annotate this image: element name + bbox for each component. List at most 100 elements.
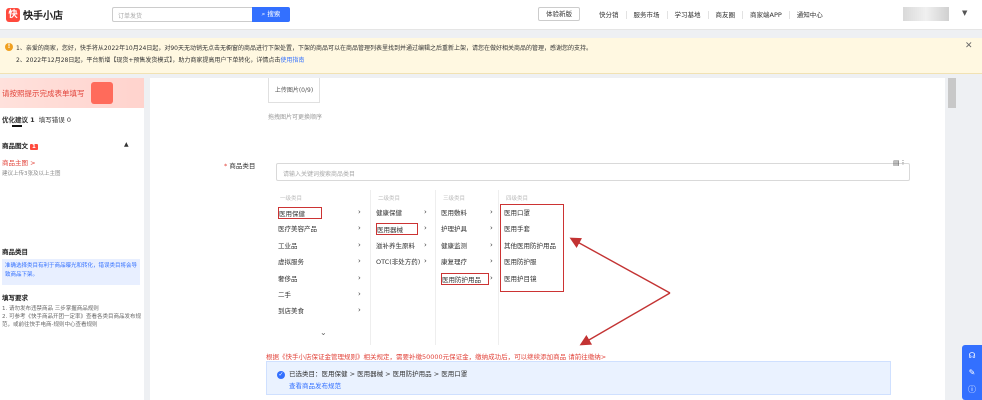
level4-item[interactable]: 医用手套 <box>504 223 530 235</box>
tip-illustration-icon <box>91 82 113 104</box>
level2-item[interactable]: 健康保健 <box>376 207 402 219</box>
nav-learning[interactable]: 学习基地 <box>666 11 708 19</box>
upload-image-button[interactable]: 上传图片(0/9) <box>268 78 320 103</box>
level1-item[interactable]: 工业品 <box>278 240 298 252</box>
level3-item-protective[interactable]: 医用防护用品 <box>441 273 489 285</box>
selected-category-box: ✓ 已选类目：医用保健 > 医用器械 > 医用防护用品 > 医用口罩 查看商品发… <box>266 361 891 395</box>
notice-bar: ! 1、亲爱的商家，您好，快手将从2022年10月24日起，对90天无动销无点击… <box>0 38 982 74</box>
chevron-right-icon: › <box>358 306 361 314</box>
annotation-arrow-down <box>579 292 671 346</box>
level3-item[interactable]: 医用敷料 <box>441 207 467 219</box>
logo-text: 快手小店 <box>23 11 63 22</box>
column-divider <box>498 190 499 345</box>
nav-service-market[interactable]: 服务市场 <box>625 11 667 19</box>
chevron-right-icon: › <box>490 274 493 282</box>
chevron-right-icon: › <box>358 257 361 265</box>
chevron-right-icon: › <box>424 241 427 249</box>
nav-notifications[interactable]: 通知中心 <box>788 11 830 19</box>
top-navbar: 快 快手小店 订单发货 ⌕ 搜索 体验新版 快分销 服务市场 学习基地 商友圈 … <box>0 0 982 30</box>
level2-item[interactable]: 滋补养生原料 <box>376 240 415 252</box>
level4-item[interactable]: 医用护目镜 <box>504 273 537 285</box>
chevron-down-icon[interactable]: ▼ <box>962 9 967 17</box>
level3-item[interactable]: 健康监测 <box>441 240 467 252</box>
level4-item-mask[interactable]: 医用口罩 <box>504 207 530 219</box>
category-guide-sidebar: 商品类目 准确选择类目有利于商品曝光和转化，错误类目将会导致商品下架。 填写要求… <box>0 237 144 400</box>
chevron-right-icon: › <box>358 208 361 216</box>
deposit-rule-text[interactable]: 根据《快手小店保证金管理规则》相关规定，需要补缴50000元保证金，缴纳成功后，… <box>266 351 606 361</box>
level1-column: 一级类目 医用保健 医疗美容产品 工业品 虚拟服务 奢侈品 二手 到店美食 › … <box>274 190 368 345</box>
goods-section-title[interactable]: 商品图文 1 <box>2 140 38 150</box>
level3-column: 三级类目 医用敷料 护理护具 健康监测 康复理疗 医用防护用品 › › › › … <box>437 190 497 345</box>
optimize-summary: 优化建议 1 填写错误 0 <box>2 114 71 124</box>
level1-item-medical-health[interactable]: 医用保健 <box>278 207 322 219</box>
nav-merchant-app[interactable]: 商家端APP <box>742 11 789 19</box>
check-icon: ✓ <box>277 371 285 379</box>
level3-item[interactable]: 护理护具 <box>441 223 467 235</box>
error-label: 填写错误 <box>38 116 65 124</box>
category-info-box: 准确选择类目有利于商品曝光和转化，错误类目将会导致商品下架。 <box>2 259 140 285</box>
requirement-item: 2. 可参考《快手商品开团一定率》查看各类目商品发布规范，或前往快手电商-规则中… <box>2 314 141 328</box>
level2-item-medical-device[interactable]: 医用器械 <box>376 223 418 235</box>
category-cascader: 一级类目 医用保健 医疗美容产品 工业品 虚拟服务 奢侈品 二手 到店美食 › … <box>274 190 566 345</box>
col-head-3: 三级类目 <box>443 196 466 202</box>
chevron-up-icon[interactable]: ▲ <box>124 141 129 148</box>
chevron-right-icon: › <box>358 290 361 298</box>
chevron-right-icon: › <box>358 241 361 249</box>
floating-toolbar: ☊ ✎ ⓘ <box>962 345 982 400</box>
info-icon[interactable]: ⓘ <box>962 382 982 397</box>
notice-line-2: 2、2022年12月28日起，平台新增【现货+预售发货模式】，助力商家提高用户下… <box>16 55 304 64</box>
selected-category-text: 已选类目：医用保健 > 医用器械 > 医用防护用品 > 医用口罩 <box>289 370 468 378</box>
headset-icon[interactable]: ☊ <box>962 348 982 363</box>
level1-item[interactable]: 到店美食 <box>278 305 304 317</box>
level2-column: 二级类目 健康保健 医用器械 滋补养生原料 OTC(非处方药) › › › › <box>372 190 434 345</box>
main-image-hint: 建议上传3张及以上主图 <box>2 171 61 177</box>
column-divider <box>435 190 436 345</box>
product-form: 上传图片(0/9) 拖拽图片可更换顺序 * 商品类目 请输入关键词搜索商品类目 … <box>150 78 945 400</box>
logo[interactable]: 快 快手小店 <box>6 7 63 22</box>
experience-new-version-button[interactable]: 体验新版 <box>538 7 580 21</box>
kuaishou-logo-icon: 快 <box>6 7 20 22</box>
col-head-4: 四级类目 <box>506 196 529 202</box>
notice-line-2-text: 2、2022年12月28日起，平台新增【现货+预售发货模式】，助力商家提高用户下… <box>16 57 281 64</box>
column-divider <box>370 190 371 345</box>
category-label: * 商品类目 <box>224 162 256 170</box>
category-search-input[interactable]: 请输入关键词搜索商品类目 <box>276 163 910 181</box>
level1-item[interactable]: 奢侈品 <box>278 273 298 285</box>
level4-column: 四级类目 医用口罩 医用手套 其他医用防护用品 医用防护服 医用护目镜 <box>500 190 566 345</box>
category-guide-title: 商品类目 <box>2 248 28 256</box>
error-count: 0 <box>66 116 71 124</box>
tip-text: 请按照提示完成表单填写 <box>2 89 85 98</box>
chevron-right-icon: › <box>358 224 361 232</box>
drag-hint: 拖拽图片可更换顺序 <box>268 114 323 121</box>
search-button[interactable]: ⌕ 搜索 <box>252 7 290 22</box>
level1-item[interactable]: 医疗美容产品 <box>278 223 317 235</box>
chevron-right-icon: › <box>490 208 493 216</box>
level2-item[interactable]: OTC(非处方药) <box>376 256 420 268</box>
scrollbar-thumb[interactable] <box>948 78 956 108</box>
scroll-more-icon[interactable]: ⌄ <box>320 328 327 337</box>
main-image-link[interactable]: 商品主图 > <box>2 157 36 167</box>
feedback-icon[interactable]: ✎ <box>962 365 982 380</box>
usage-guide-link[interactable]: 使用指南 <box>280 57 304 64</box>
chevron-right-icon: › <box>490 257 493 265</box>
search-input[interactable]: 订单发货 <box>112 7 254 22</box>
category-label-text: 商品类目 <box>229 162 256 170</box>
user-avatar[interactable] <box>903 7 949 21</box>
optimize-count: 1 <box>30 116 35 124</box>
level4-item[interactable]: 医用防护服 <box>504 256 537 268</box>
level1-item[interactable]: 二手 <box>278 289 291 301</box>
tab-underline <box>12 125 22 127</box>
chevron-right-icon: › <box>490 241 493 249</box>
nav-distribution[interactable]: 快分销 <box>592 11 626 19</box>
category-switch-icon[interactable]: ▤ ⁝ <box>893 159 904 167</box>
level1-item[interactable]: 虚拟服务 <box>278 256 304 268</box>
search-icon: ⌕ <box>261 10 266 18</box>
annotation-arrow-up <box>569 237 671 294</box>
goods-section-badge: 1 <box>30 144 38 150</box>
close-icon[interactable]: ✕ <box>965 41 973 51</box>
nav-merchant-circle[interactable]: 商友圈 <box>707 11 743 19</box>
view-publish-rules-link[interactable]: 查看商品发布规范 <box>289 380 341 390</box>
level3-item[interactable]: 康复理疗 <box>441 256 467 268</box>
level4-item[interactable]: 其他医用防护用品 <box>504 240 556 252</box>
requirements-title: 填写要求 <box>2 294 28 302</box>
